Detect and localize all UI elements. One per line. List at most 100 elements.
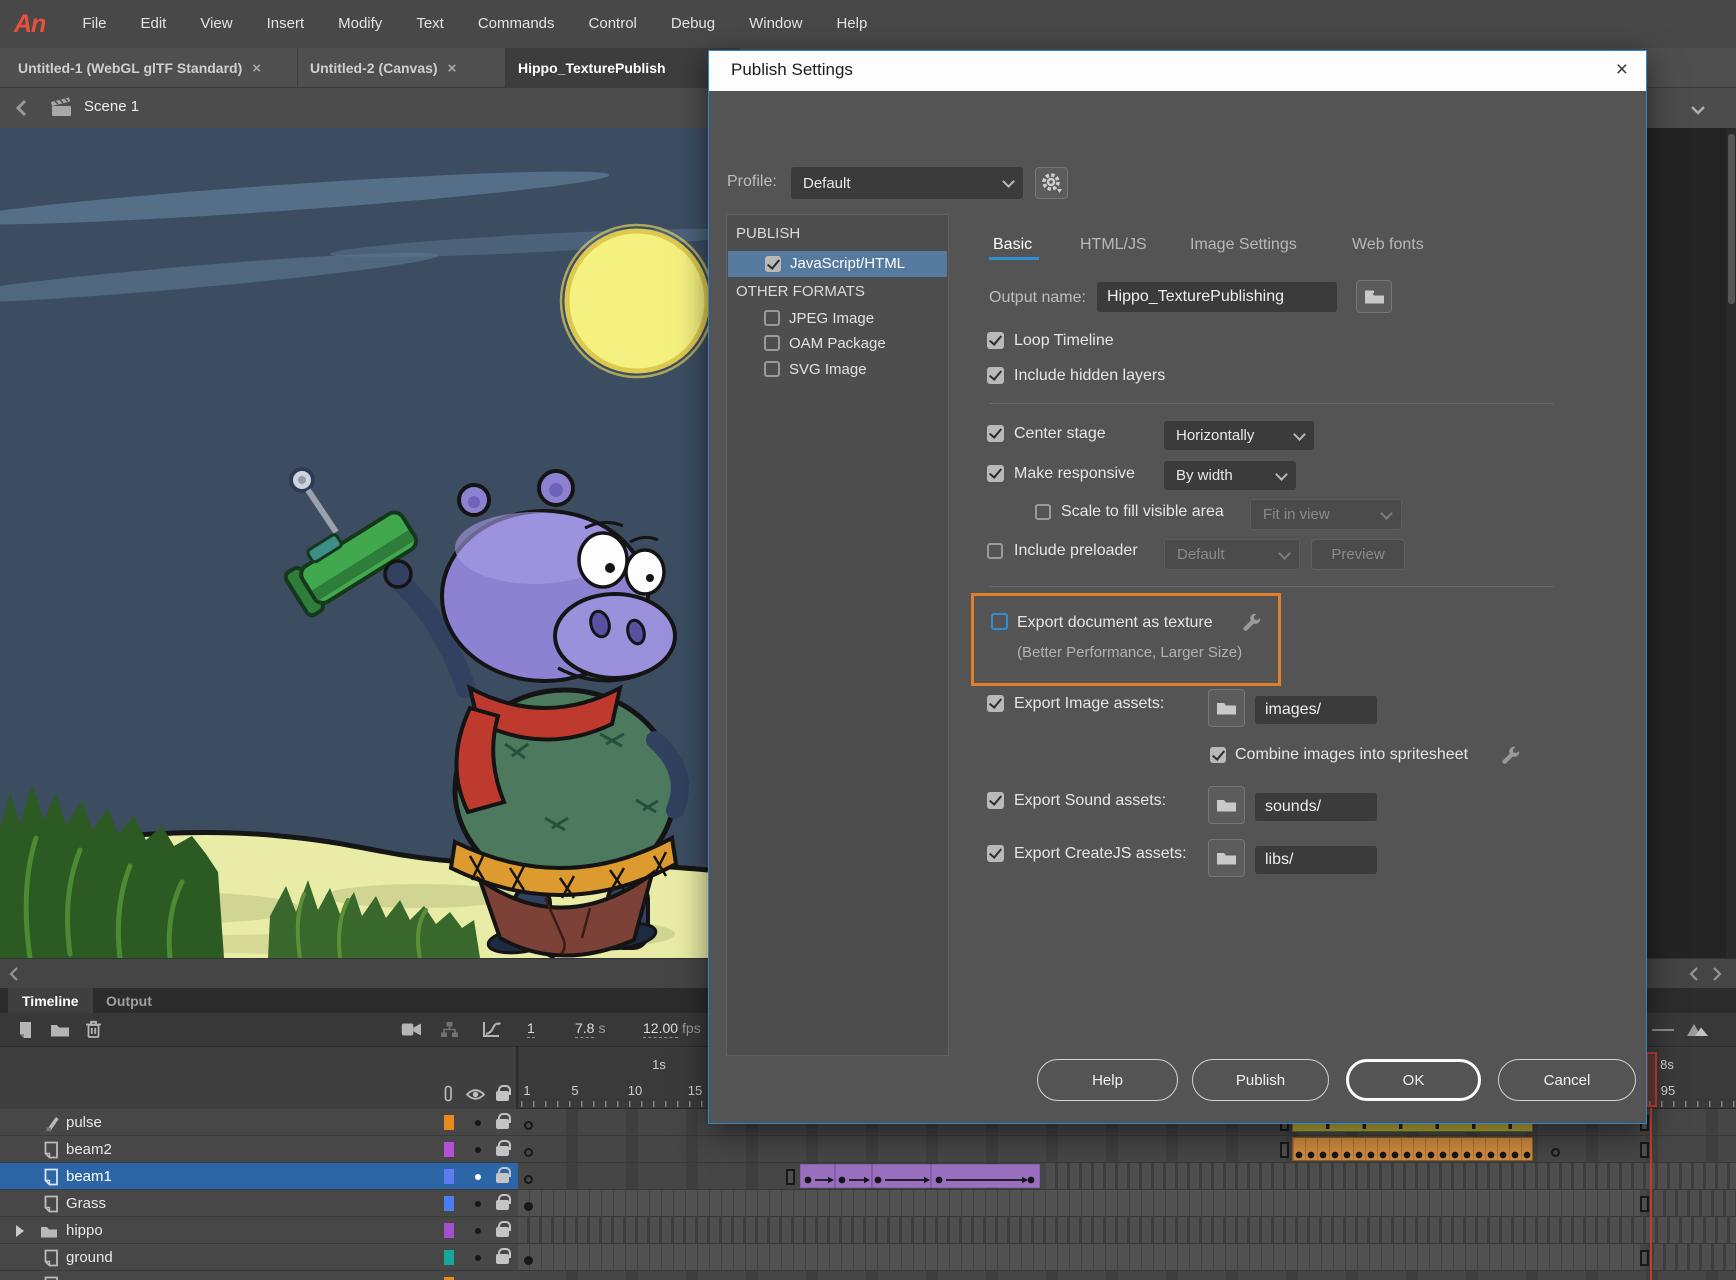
tab-image-settings[interactable]: Image Settings <box>1190 236 1297 254</box>
new-layer-icon[interactable] <box>18 1020 36 1045</box>
timeline-zoom-mountain-icon[interactable] <box>1682 1018 1709 1042</box>
expand-triangle-icon[interactable] <box>16 1225 24 1237</box>
lock-icon[interactable] <box>496 1200 509 1210</box>
export-sounds-checkbox[interactable] <box>987 792 1004 809</box>
visibility-dot[interactable] <box>475 1174 481 1180</box>
jpeg-label[interactable]: JPEG Image <box>789 310 874 327</box>
tab-web-fonts[interactable]: Web fonts <box>1352 236 1424 254</box>
layer-row-hippo-folder[interactable]: hippo <box>0 1217 1736 1244</box>
empty-keyframe[interactable] <box>524 1121 533 1130</box>
svg-label[interactable]: SVG Image <box>789 361 867 378</box>
format-javascript-html[interactable]: JavaScript/HTML <box>728 251 947 277</box>
timeline-zoom-slider[interactable] <box>1652 1029 1674 1031</box>
lock-icon[interactable] <box>496 1119 509 1129</box>
doc-tab-untitled2[interactable]: Untitled-2 (Canvas) × <box>298 48 506 88</box>
layer-color-swatch[interactable] <box>444 1223 454 1238</box>
export-images-checkbox[interactable] <box>987 695 1004 712</box>
profile-options-button[interactable] <box>1035 167 1068 199</box>
tab-timeline[interactable]: Timeline <box>8 988 93 1013</box>
tab-htmljs[interactable]: HTML/JS <box>1080 236 1147 254</box>
menu-control[interactable]: Control <box>572 0 654 48</box>
layer-row-beam2[interactable]: beam2 <box>0 1136 1736 1163</box>
empty-frames[interactable] <box>1654 1190 1736 1216</box>
menu-help[interactable]: Help <box>819 0 884 48</box>
libs-path-input[interactable]: libs/ <box>1255 846 1377 874</box>
lock-icon[interactable] <box>496 1254 509 1264</box>
menu-commands[interactable]: Commands <box>461 0 572 48</box>
frame-track[interactable] <box>518 1244 1736 1271</box>
make-responsive-checkbox[interactable] <box>987 465 1004 482</box>
menu-window[interactable]: Window <box>732 0 819 48</box>
close-icon[interactable]: × <box>448 60 457 77</box>
frame-track[interactable] <box>518 1163 1736 1190</box>
camera-icon[interactable] <box>401 1022 422 1042</box>
scroll-right-icon[interactable] <box>1712 966 1723 987</box>
layer-color-swatch[interactable] <box>444 1142 454 1157</box>
menu-text[interactable]: Text <box>399 0 461 48</box>
eye-visibility-icon[interactable] <box>466 1088 485 1106</box>
export-texture-checkbox[interactable] <box>991 613 1008 630</box>
menu-modify[interactable]: Modify <box>321 0 399 48</box>
frame-track[interactable] <box>518 1136 1736 1163</box>
publish-button[interactable]: Publish <box>1192 1059 1329 1101</box>
frame-track[interactable] <box>518 1271 1736 1280</box>
empty-keyframe[interactable] <box>524 1175 533 1184</box>
empty-frames[interactable] <box>1046 1163 1736 1189</box>
ok-button[interactable]: OK <box>1346 1059 1481 1101</box>
frame-track[interactable] <box>518 1190 1736 1217</box>
profile-dropdown[interactable]: Default <box>791 167 1023 199</box>
lock-column-icon[interactable] <box>496 1091 509 1101</box>
static-span[interactable] <box>518 1244 1640 1270</box>
playhead-line[interactable] <box>1650 1108 1652 1280</box>
menu-edit[interactable]: Edit <box>124 0 184 48</box>
include-preloader-checkbox[interactable] <box>987 543 1003 559</box>
include-hidden-layers-checkbox[interactable] <box>987 367 1004 384</box>
wrench-settings-icon[interactable] <box>1499 745 1521 772</box>
images-path-input[interactable]: images/ <box>1255 696 1377 724</box>
layer-row-grass[interactable]: Grass <box>0 1190 1736 1217</box>
stage-canvas[interactable] <box>0 128 708 958</box>
layer-color-swatch[interactable] <box>444 1115 454 1130</box>
static-span[interactable] <box>518 1190 1640 1216</box>
menu-debug[interactable]: Debug <box>654 0 732 48</box>
empty-frames[interactable] <box>518 1217 1736 1243</box>
fps-indicator[interactable]: 12.00fps <box>643 1020 701 1036</box>
libs-folder-button[interactable] <box>1208 839 1245 877</box>
doc-tab-untitled1[interactable]: Untitled-1 (WebGL glTF Standard) × <box>6 48 298 88</box>
loop-timeline-checkbox[interactable] <box>987 332 1004 349</box>
scroll-left-icon[interactable] <box>8 966 19 987</box>
layer-row-beam1[interactable]: beam1 <box>0 1163 1736 1190</box>
close-icon[interactable]: × <box>1616 58 1628 82</box>
visibility-dot[interactable] <box>475 1147 481 1153</box>
empty-keyframe[interactable] <box>524 1148 533 1157</box>
menu-view[interactable]: View <box>183 0 249 48</box>
menu-insert[interactable]: Insert <box>250 0 322 48</box>
layer-row-partial[interactable] <box>0 1271 1736 1280</box>
keyframe-span[interactable] <box>1292 1137 1533 1161</box>
export-createjs-checkbox[interactable] <box>987 845 1004 862</box>
visibility-dot[interactable] <box>475 1255 481 1261</box>
empty-frames[interactable] <box>1654 1244 1736 1270</box>
close-icon[interactable]: × <box>252 60 261 77</box>
scroll-left-icon[interactable] <box>1688 966 1699 987</box>
back-arrow-icon[interactable] <box>14 99 28 122</box>
keyframe[interactable] <box>524 1202 533 1211</box>
visibility-dot[interactable] <box>475 1120 481 1126</box>
frame-track[interactable] <box>518 1217 1736 1244</box>
scale-fill-dropdown[interactable]: Fit in view <box>1250 499 1402 530</box>
combine-spritesheet-checkbox[interactable] <box>1210 747 1226 763</box>
layer-color-swatch[interactable] <box>444 1250 454 1265</box>
keyframe[interactable] <box>524 1256 533 1265</box>
delete-trash-icon[interactable] <box>85 1020 102 1044</box>
outline-column-icon[interactable] <box>444 1085 453 1107</box>
preview-button[interactable]: Preview <box>1311 539 1405 570</box>
lock-icon[interactable] <box>496 1146 509 1156</box>
dialog-titlebar[interactable]: Publish Settings × <box>709 51 1646 91</box>
layer-row-ground[interactable]: ground <box>0 1244 1736 1271</box>
make-responsive-dropdown[interactable]: By width <box>1164 461 1296 490</box>
tab-basic[interactable]: Basic <box>993 236 1032 254</box>
output-name-input[interactable]: Hippo_TexturePublishing <box>1097 282 1337 312</box>
empty-keyframe[interactable] <box>1551 1148 1560 1157</box>
tab-output[interactable]: Output <box>92 988 166 1013</box>
sounds-folder-button[interactable] <box>1208 786 1245 824</box>
